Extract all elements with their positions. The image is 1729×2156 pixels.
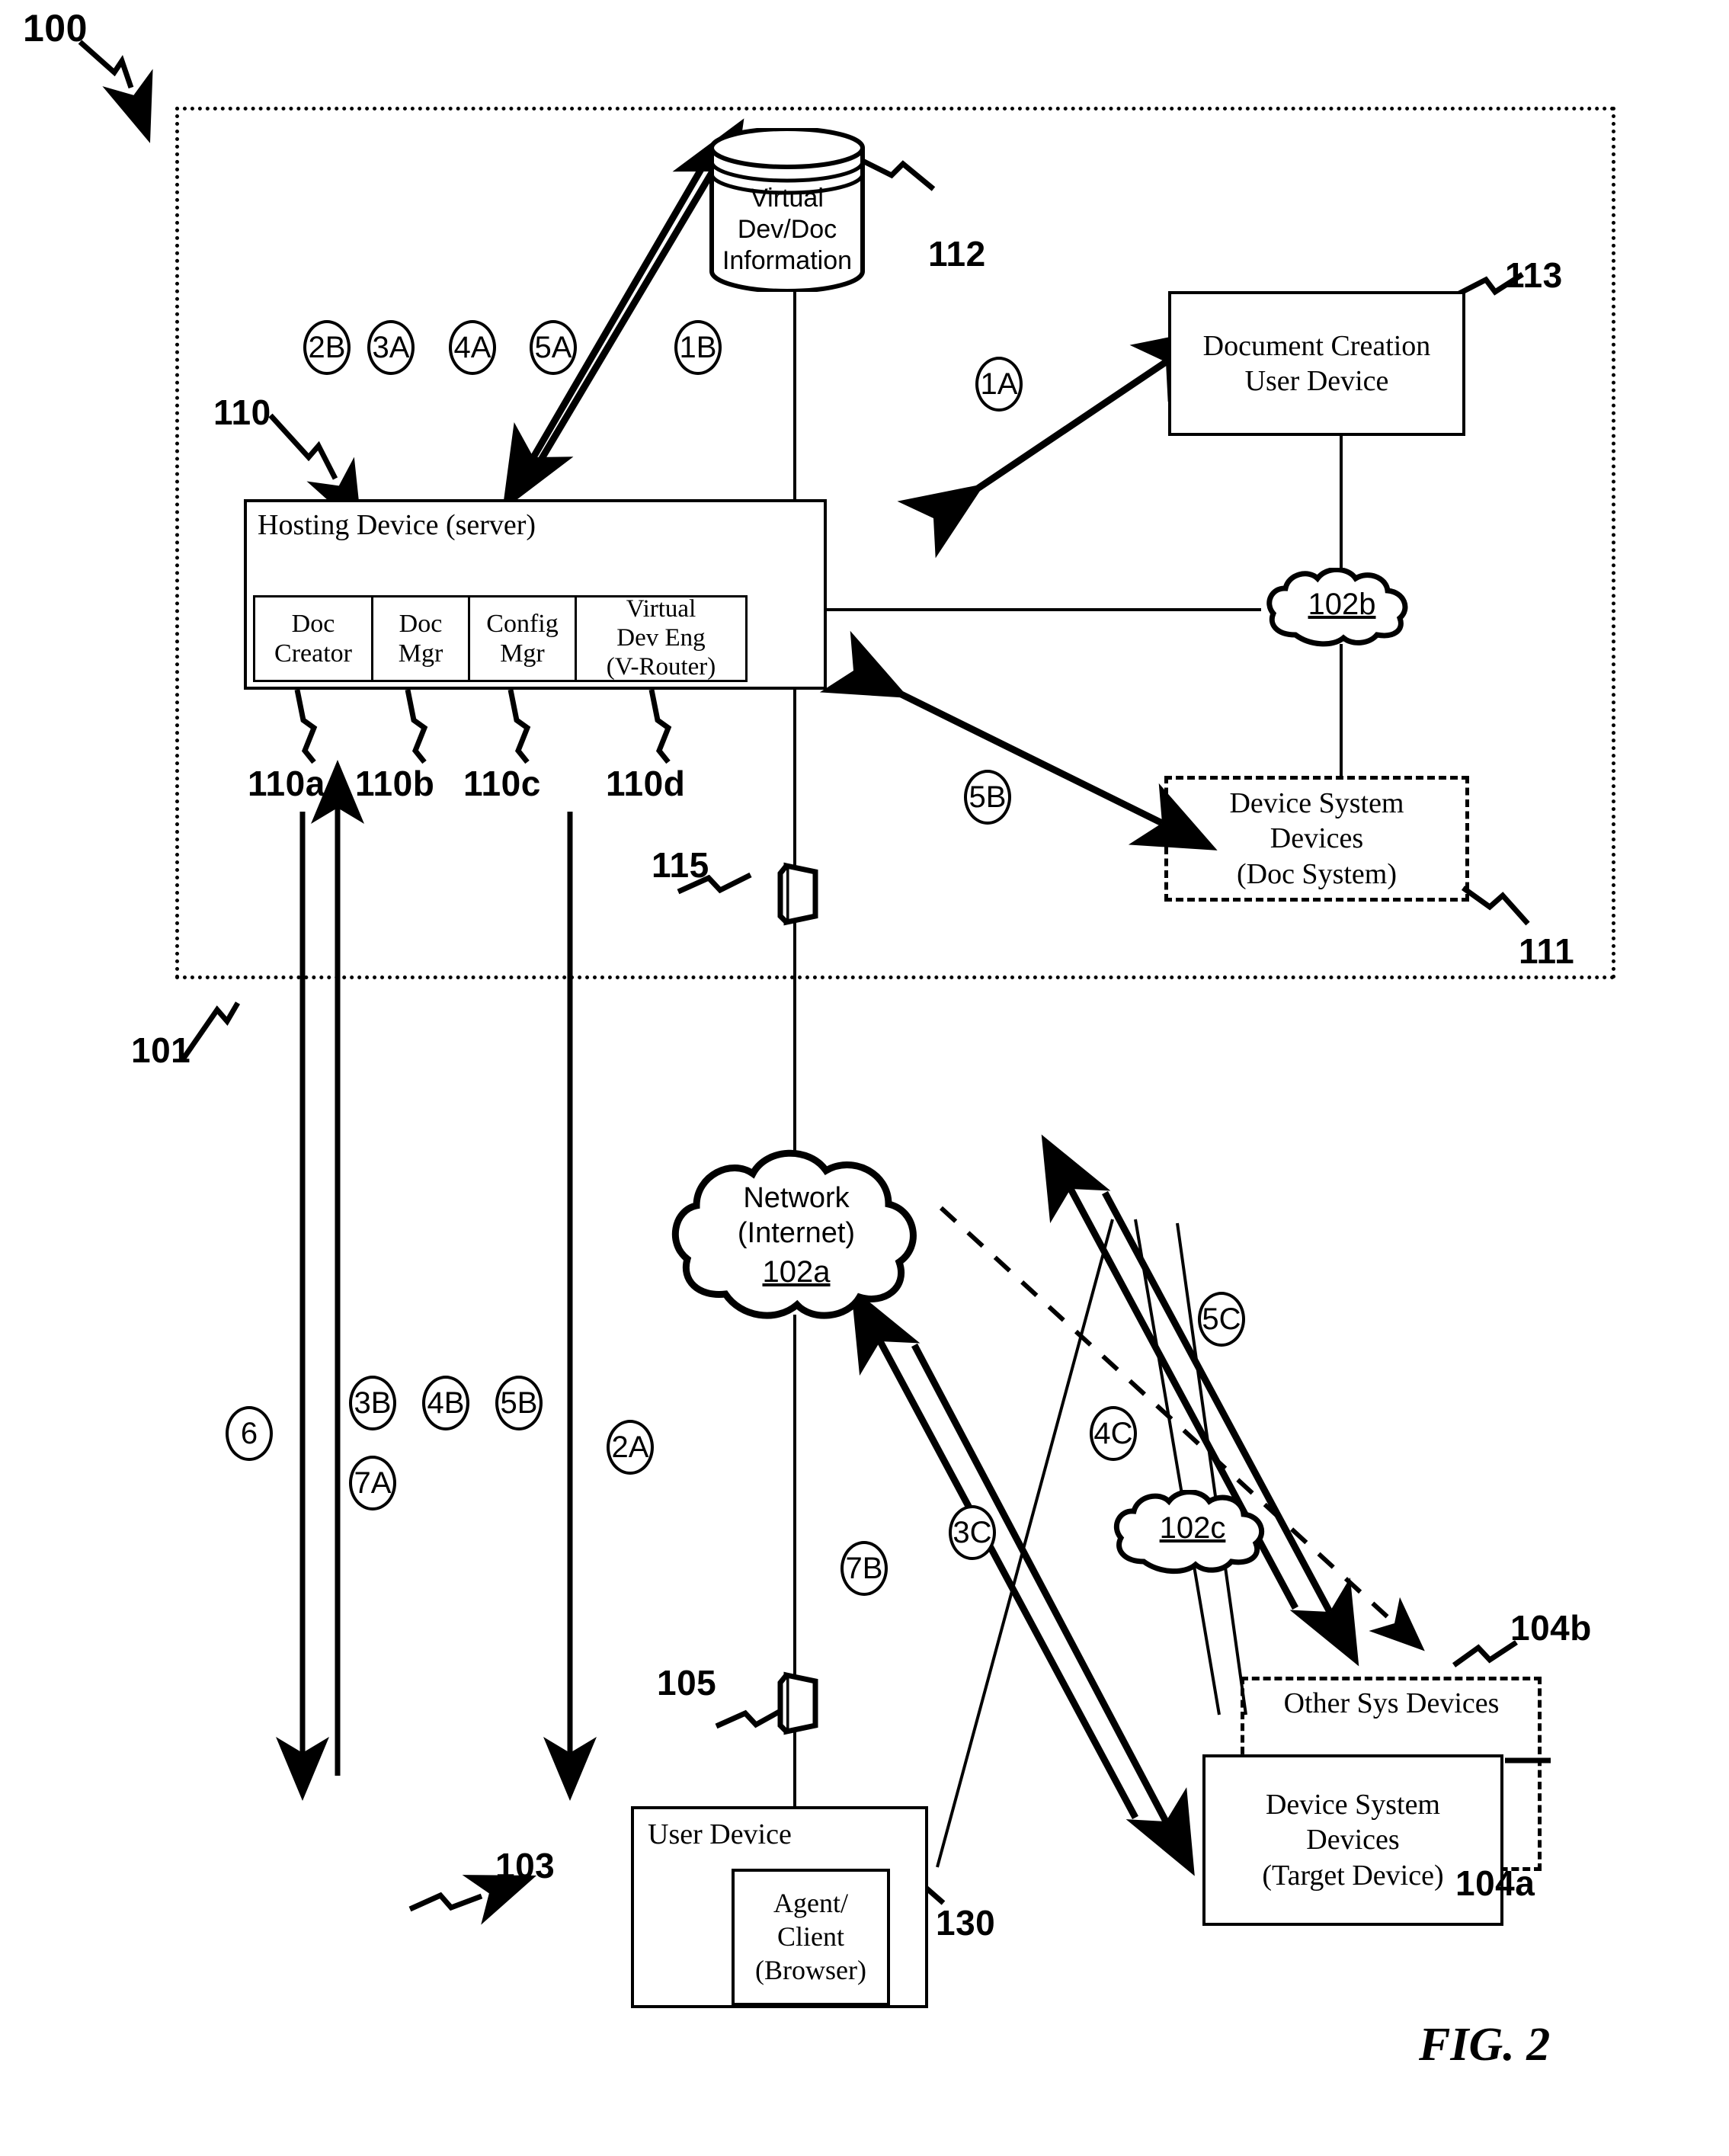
other-sys-devices-label: Other Sys Devices [1283, 1687, 1500, 1719]
device-system-doc-ref-111: 111 [1519, 931, 1575, 971]
step-marker-7A: 7A [349, 1456, 396, 1510]
module-config-mgr[interactable]: Config Mgr [468, 595, 575, 682]
step-marker-4A: 4A [449, 320, 496, 375]
step-marker-2A: 2A [607, 1420, 654, 1475]
module-ref-110c: 110c [463, 764, 541, 803]
cloud-102c-label: 102c [1159, 1511, 1226, 1545]
module-ref-110b: 110b [355, 764, 435, 803]
step-marker-4C: 4C [1090, 1406, 1137, 1461]
device-system-doc-label: Device System Devices (Doc System) [1229, 786, 1404, 890]
module-ref-110a: 110a [248, 764, 325, 803]
firewall-ref-115: 115 [652, 845, 709, 885]
user-device-title: User Device [648, 1818, 792, 1850]
module-doc-creator[interactable]: Doc Creator [253, 595, 371, 682]
figure-canvas: 100 101 Virtual Dev/Doc Information 112 … [0, 0, 1729, 2156]
step-marker-1B: 1B [674, 320, 722, 375]
agent-client-ref-130: 130 [936, 1903, 996, 1943]
network-cloud: Network (Internet) 102a [671, 1136, 922, 1326]
figure-caption: FIG. 2 [1419, 2019, 1551, 2071]
step-marker-3C: 3C [949, 1505, 996, 1560]
database-label: Virtual Dev/Doc Information [722, 184, 853, 275]
hosting-device-modules: Doc Creator Doc Mgr Config Mgr Virtual D… [253, 595, 818, 682]
step-marker-2B: 2B [303, 320, 351, 375]
hosting-device-ref-110: 110 [213, 392, 271, 432]
module-virtual-dev-eng[interactable]: Virtual Dev Eng (V-Router) [575, 595, 748, 682]
firewall-icon-115 [776, 861, 820, 927]
target-device-ref-104a: 104a [1455, 1863, 1535, 1903]
network-id-102a: 102a [762, 1255, 831, 1289]
document-creation-user-device-box[interactable]: Document Creation User Device [1168, 291, 1465, 436]
firewall-glyph-icon [777, 862, 818, 926]
step-marker-3A: 3A [367, 320, 415, 375]
step-marker-1A: 1A [975, 357, 1023, 412]
system-ref-100: 100 [23, 7, 88, 50]
agent-client-label: Agent/ Client (Browser) [755, 1888, 866, 1985]
step-marker-5C: 5C [1198, 1292, 1245, 1347]
cloud-102c: 102c [1109, 1489, 1276, 1578]
step-marker-5B-right: 5B [964, 770, 1011, 825]
step-marker-5A: 5A [530, 320, 577, 375]
boundary-ref-101: 101 [131, 1030, 191, 1070]
step-marker-4B: 4B [422, 1376, 469, 1430]
target-device-label: Device System Devices (Target Device) [1262, 1788, 1444, 1892]
step-marker-7B: 7B [840, 1541, 888, 1596]
step-marker-3B: 3B [349, 1376, 396, 1430]
document-creation-user-device-label: Document Creation User Device [1202, 329, 1431, 397]
network-label: Network (Internet) [737, 1182, 856, 1249]
cloud-102b: 102b [1263, 566, 1421, 650]
user-device-ref-103: 103 [495, 1846, 556, 1885]
102c-line-right [1134, 1219, 1221, 1716]
step-marker-6: 6 [226, 1406, 273, 1461]
module-doc-mgr[interactable]: Doc Mgr [371, 595, 468, 682]
hosting-device-box[interactable]: Hosting Device (server) Doc Creator Doc … [244, 499, 827, 690]
firewall-icon-105 [776, 1671, 820, 1736]
database-ref-112: 112 [928, 234, 986, 274]
virtual-dev-doc-database: Virtual Dev/Doc Information [707, 127, 867, 293]
hosting-device-title: Hosting Device (server) [258, 509, 536, 541]
step-marker-5B-left: 5B [495, 1376, 543, 1430]
cloud-102b-label: 102b [1308, 588, 1376, 621]
module-ref-110d: 110d [606, 764, 686, 803]
doc-creation-device-ref-113: 113 [1505, 255, 1563, 295]
device-system-doc-box[interactable]: Device System Devices (Doc System) [1164, 776, 1469, 902]
firewall-ref-105: 105 [657, 1663, 717, 1703]
other-sys-devices-ref-104b: 104b [1510, 1608, 1592, 1648]
firewall-glyph-icon [777, 1671, 818, 1735]
agent-client-box[interactable]: Agent/ Client (Browser) [732, 1869, 890, 2006]
user-device-box[interactable]: User Device Agent/ Client (Browser) [631, 1806, 928, 2008]
